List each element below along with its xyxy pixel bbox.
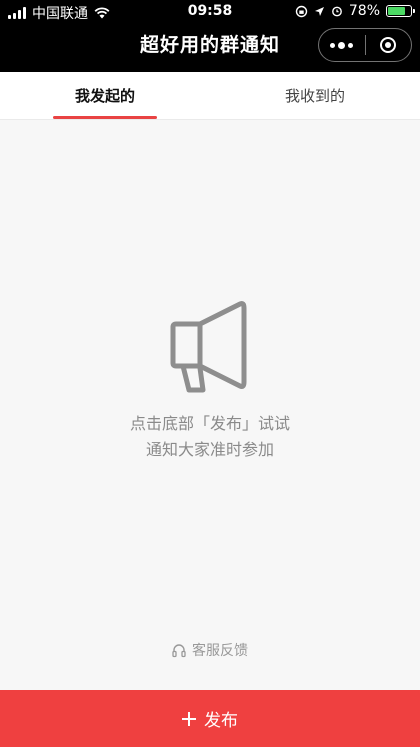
publish-button[interactable]: 发布: [0, 690, 420, 747]
status-right: 78%: [295, 3, 415, 19]
empty-hint-line1: 点击底部「发布」试试: [129, 414, 290, 433]
empty-hint-line2: 通知大家准时参加: [145, 440, 274, 459]
tab-received[interactable]: 我收到的: [210, 72, 420, 120]
tab-initiated[interactable]: 我发起的: [0, 72, 210, 120]
close-button[interactable]: [366, 37, 412, 53]
customer-service-label: 客服反馈: [192, 643, 248, 659]
location-icon: [314, 6, 324, 16]
megaphone-icon: [170, 301, 247, 393]
rotation-lock-icon: [295, 5, 308, 17]
battery-icon: [386, 5, 415, 17]
screen: 中国联通 09:58 78% 超好用的群通知 我发起的 我收到的 点击底部「发布…: [0, 0, 420, 747]
tab-bar: 我发起的 我收到的: [0, 72, 420, 120]
status-bar: 中国联通 09:58 78%: [0, 0, 420, 24]
alarm-icon: [331, 6, 342, 17]
capsule-menu: [318, 28, 412, 62]
battery-percent: 78%: [348, 3, 380, 19]
battery-fill: [388, 7, 405, 15]
tab-indicator: [53, 116, 157, 119]
more-button[interactable]: [319, 41, 365, 49]
plus-icon: [182, 711, 196, 726]
nav-bar: 超好用的群通知: [0, 24, 420, 72]
customer-service-link[interactable]: 客服反馈: [0, 640, 420, 660]
close-circle-icon: [380, 37, 397, 53]
publish-label: 发布: [204, 711, 238, 731]
headset-icon: [172, 643, 186, 657]
